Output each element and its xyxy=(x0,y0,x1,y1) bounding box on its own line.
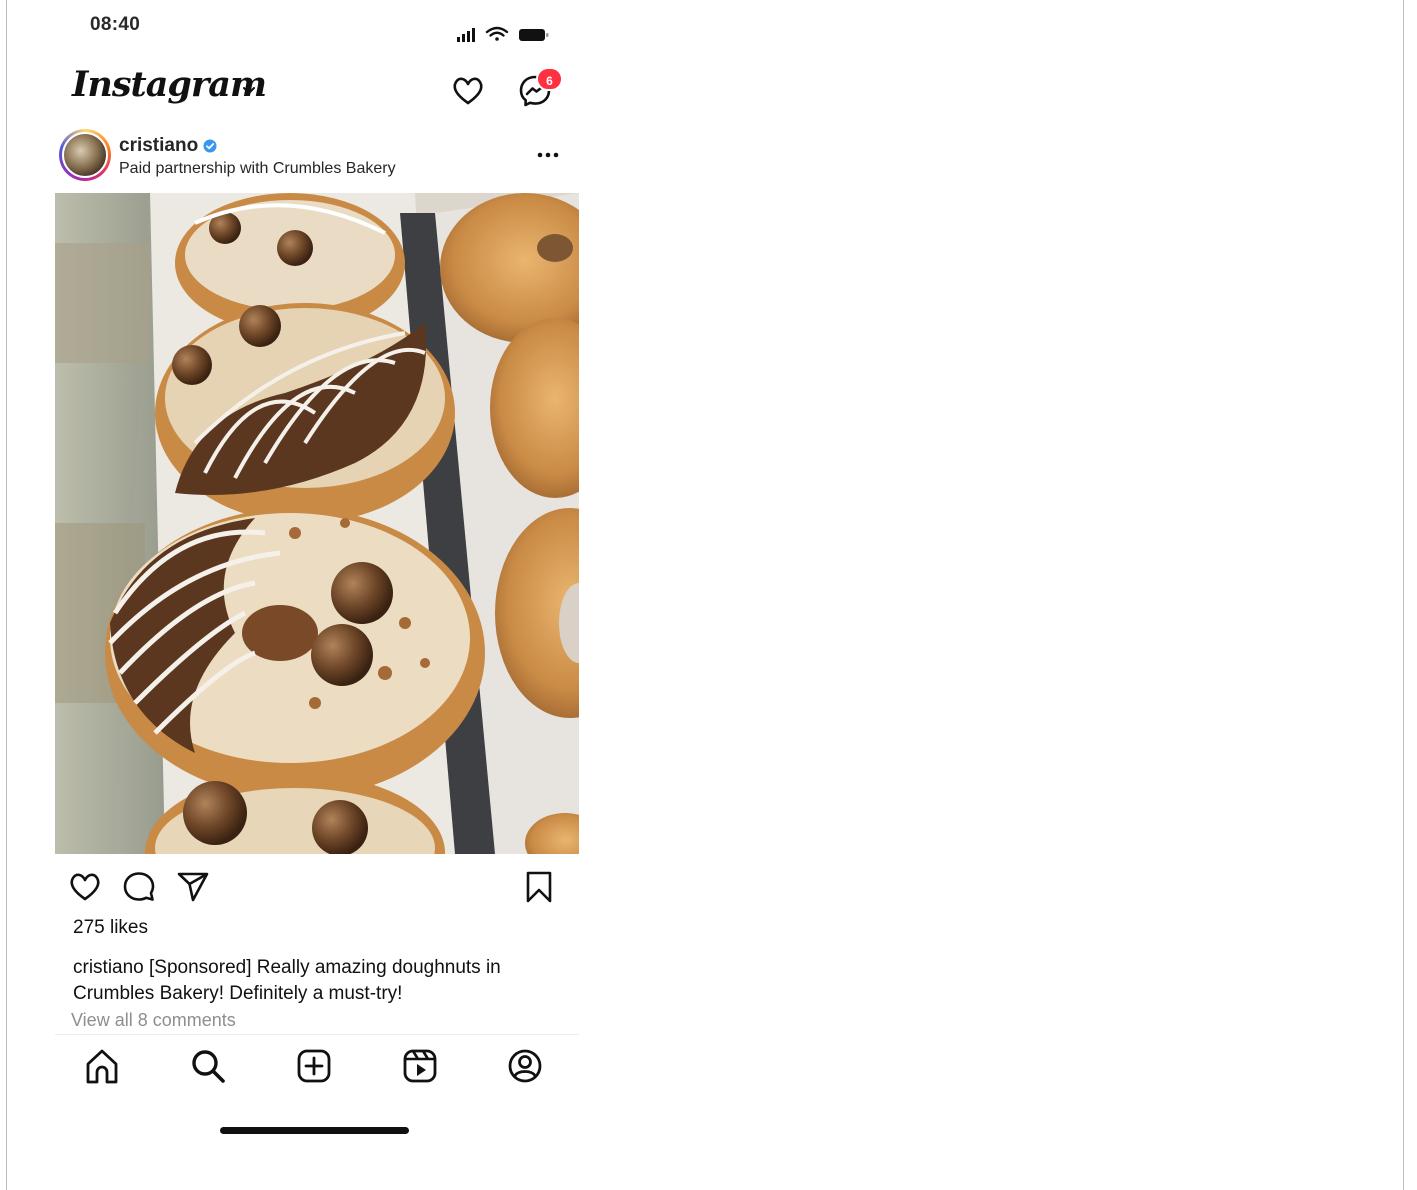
likes-count[interactable]: 275 likes xyxy=(73,917,148,939)
create-icon[interactable] xyxy=(294,1046,334,1086)
like-heart-icon[interactable] xyxy=(67,869,103,905)
phone-screen: 08:40 Instagram 6 cristiano Paid partner… xyxy=(55,0,579,1190)
share-icon[interactable] xyxy=(175,869,211,905)
post-image[interactable] xyxy=(55,193,579,854)
status-icons xyxy=(457,26,549,42)
chevron-down-icon[interactable] xyxy=(240,82,258,98)
frame-border-left xyxy=(6,0,7,1190)
home-icon[interactable] xyxy=(82,1046,122,1086)
instagram-logo[interactable]: Instagram xyxy=(72,64,267,105)
caption-username[interactable]: cristiano xyxy=(73,957,144,978)
messages-badge: 6 xyxy=(536,67,563,91)
signal-icon xyxy=(457,28,475,42)
profile-icon[interactable] xyxy=(505,1046,545,1086)
wifi-icon xyxy=(485,26,509,41)
nav-divider xyxy=(55,1034,579,1035)
home-indicator[interactable] xyxy=(220,1127,409,1134)
comment-icon[interactable] xyxy=(121,869,157,905)
verified-badge-icon xyxy=(203,139,217,153)
reels-icon[interactable] xyxy=(400,1046,440,1086)
bookmark-icon[interactable] xyxy=(522,869,556,905)
post-caption: cristiano [Sponsored] Really amazing dou… xyxy=(73,955,533,1007)
frame-border-right xyxy=(1403,0,1404,1190)
status-time: 08:40 xyxy=(90,14,141,35)
avatar[interactable] xyxy=(59,129,111,181)
more-options-icon[interactable] xyxy=(535,146,561,164)
heart-icon[interactable] xyxy=(451,74,485,108)
avatar-image xyxy=(62,132,108,178)
search-icon[interactable] xyxy=(188,1046,228,1086)
paid-partnership-label[interactable]: Paid partnership with Crumbles Bakery xyxy=(119,160,396,178)
battery-icon xyxy=(519,29,549,41)
view-comments-link[interactable]: View all 8 comments xyxy=(71,1010,236,1031)
post-username[interactable]: cristiano xyxy=(119,135,198,157)
